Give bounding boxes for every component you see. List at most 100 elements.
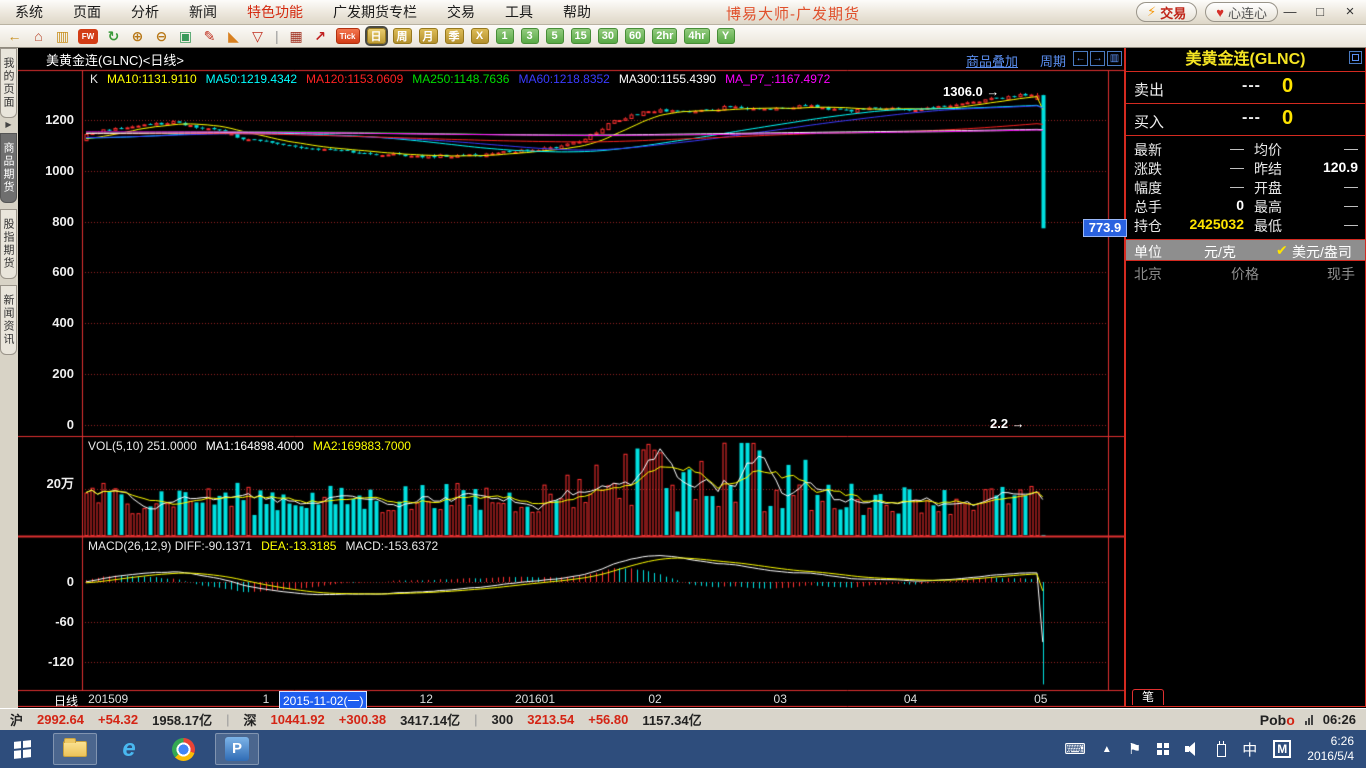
menu-item-帮助[interactable]: 帮助 [548, 0, 606, 25]
date-axis-label-1: 1 [263, 692, 270, 706]
macd-label-1: DEA:-13.3185 [261, 539, 336, 553]
chrome-button[interactable] [161, 733, 205, 765]
ime-indicator[interactable]: 中 [1242, 739, 1257, 760]
menu-item-交易[interactable]: 交易 [432, 0, 490, 25]
price-axis-tick-0: 0 [26, 417, 74, 432]
orderbook-col-北京: 北京 [1134, 264, 1162, 284]
unit-usd[interactable]: 美元/盎司 [1292, 242, 1352, 262]
heart-link-button[interactable]: ♥ 心连心 [1205, 2, 1278, 22]
internet-explorer-button[interactable]: e [107, 733, 151, 765]
sidebar-tab-商品期货[interactable]: 商品期货 [0, 133, 17, 203]
draw-icon[interactable]: ✎ [201, 28, 218, 45]
period-button-4hr[interactable]: 4hr [684, 28, 709, 44]
home-icon[interactable]: ⌂ [30, 28, 47, 45]
menu-item-新闻[interactable]: 新闻 [174, 0, 232, 25]
back-icon[interactable]: ← [6, 28, 23, 45]
taskbar: e P ⌨ ▲ ⚑ 中 M 6:26 2016/5/4 [0, 730, 1366, 768]
trend-icon[interactable]: ↗ [312, 28, 329, 45]
overlay-link[interactable]: 商品叠加 [966, 51, 1018, 70]
menu-item-页面[interactable]: 页面 [58, 0, 116, 25]
chart-nav-icon-0[interactable]: ← [1073, 51, 1088, 66]
touch-keyboard-icon[interactable]: ⌨ [1064, 740, 1086, 758]
status-bar: 沪2992.64+54.321958.17亿|深10441.92+300.383… [0, 708, 1366, 730]
orderbook-column-headers: 北京价格现手 [1126, 261, 1365, 283]
period-axis-tab[interactable]: 日线 [54, 692, 78, 709]
menu-item-工具[interactable]: 工具 [490, 0, 548, 25]
windows-update-icon[interactable] [1157, 743, 1169, 755]
system-tray: ⌨ ▲ ⚑ 中 M 6:26 2016/5/4 [1064, 734, 1366, 764]
pobo-app-button[interactable]: P [215, 733, 259, 765]
app-title: 博易大师-广发期货 [726, 3, 860, 24]
chart-nav-icon-1[interactable]: → [1090, 51, 1105, 66]
unit-row[interactable]: 单位 元/克 ✔ 美元/盎司 [1126, 239, 1365, 261]
date-axis-label-5: 02 [648, 692, 661, 706]
macd-axis-tick-0: 0 [26, 574, 74, 589]
period-button-1[interactable]: 1 [496, 28, 514, 44]
tray-expand-icon[interactable]: ▲ [1102, 744, 1112, 755]
menu-item-系统[interactable]: 系统 [0, 0, 58, 25]
ma-label-1: MA10:1131.9110 [107, 72, 197, 86]
period-button-5[interactable]: 5 [546, 28, 564, 44]
ime-mode-icon[interactable]: M [1273, 740, 1291, 758]
period-button-季[interactable]: 季 [445, 28, 464, 44]
market-icon[interactable]: ▥ [54, 28, 71, 45]
sell-label: 卖出 [1134, 79, 1164, 100]
period-button-周[interactable]: 周 [393, 28, 412, 44]
unit-cny[interactable]: 元/克 [1204, 242, 1236, 262]
macd-label-2: MACD:-153.6372 [345, 539, 438, 553]
period-button-X[interactable]: X [471, 28, 489, 44]
window-titlebar: 系统页面分析新闻特色功能广发期货专栏交易工具帮助 博易大师-广发期货 ⚡ 交易 … [0, 0, 1366, 25]
quote-value: — [1166, 178, 1244, 194]
menu-item-广发期货专栏[interactable]: 广发期货专栏 [318, 0, 432, 25]
zoom-in-icon[interactable]: ⊕ [129, 28, 146, 45]
quote-value: 2425032 [1166, 216, 1244, 232]
minimize-button[interactable]: — [1280, 4, 1300, 20]
period-button-2hr[interactable]: 2hr [652, 28, 677, 44]
index-field: 3417.14亿 [400, 710, 460, 729]
zoom-out-icon[interactable]: ⊖ [153, 28, 170, 45]
refresh-icon[interactable]: ↻ [105, 28, 122, 45]
file-explorer-button[interactable] [53, 733, 97, 765]
sidebar-tab-股指期货[interactable]: 股指期货 [0, 209, 17, 279]
index-field: +300.38 [339, 712, 386, 727]
left-sidebar: 我的页面 ▶ 商品期货股指期货新闻资讯 [0, 48, 18, 708]
period-button-月[interactable]: 月 [419, 28, 438, 44]
trade-button[interactable]: ⚡ 交易 [1136, 2, 1197, 22]
panel-window-icon[interactable] [1349, 51, 1362, 64]
sidebar-tab-新闻资讯[interactable]: 新闻资讯 [0, 285, 17, 355]
sidebar-expand-icon[interactable]: ▶ [0, 120, 17, 129]
maximize-button[interactable]: □ [1310, 4, 1330, 20]
period-button-Y[interactable]: Y [717, 28, 735, 44]
pen-tab[interactable]: 笔 [1132, 689, 1164, 705]
period-button-3[interactable]: 3 [521, 28, 539, 44]
period-button-15[interactable]: 15 [571, 28, 591, 44]
report-icon[interactable]: ▦ [288, 28, 305, 45]
menu-item-特色功能[interactable]: 特色功能 [232, 0, 318, 25]
period-link[interactable]: 周期 [1040, 51, 1066, 70]
brush-icon[interactable]: ◣ [225, 28, 242, 45]
quote-value: — [1278, 197, 1358, 213]
taskbar-clock[interactable]: 6:26 2016/5/4 [1307, 734, 1354, 764]
overlay-icon[interactable]: ▣ [177, 28, 194, 45]
start-button[interactable] [14, 741, 31, 758]
quote-panel: 美黄金连(GLNC) 卖出 --- 0 买入 --- 0 最新—均价—涨跌—昨结… [1124, 48, 1366, 707]
index-quote-深: 深10441.92+300.383417.14亿 [244, 710, 461, 729]
orderbook-col-价格: 价格 [1231, 264, 1259, 284]
tick-period-button[interactable]: Tick [336, 28, 360, 44]
volume-icon[interactable] [1185, 742, 1201, 756]
action-center-flag-icon[interactable]: ⚑ [1128, 740, 1141, 758]
close-button[interactable]: × [1340, 4, 1360, 20]
kline-chart-canvas[interactable] [18, 48, 1124, 707]
period-button-30[interactable]: 30 [598, 28, 618, 44]
sidebar-tab-我的页面[interactable]: 我的页面 [0, 48, 17, 118]
macd-values-row: MACD(26,12,9) DIFF:-90.1371 DEA:-13.3185 M… [88, 539, 438, 553]
chart-nav-icon-2[interactable]: ▥ [1107, 51, 1122, 66]
ma-label-4: MA250:1148.7636 [412, 72, 509, 86]
filter-icon[interactable]: ▽ [249, 28, 266, 45]
device-icon[interactable] [1217, 744, 1226, 757]
menu-item-分析[interactable]: 分析 [116, 0, 174, 25]
period-button-60[interactable]: 60 [625, 28, 645, 44]
period-button-日[interactable]: 日 [367, 28, 386, 44]
macd-label-0: MACD(26,12,9) DIFF:-90.1371 [88, 539, 252, 553]
fw-icon[interactable]: FW [78, 29, 98, 44]
